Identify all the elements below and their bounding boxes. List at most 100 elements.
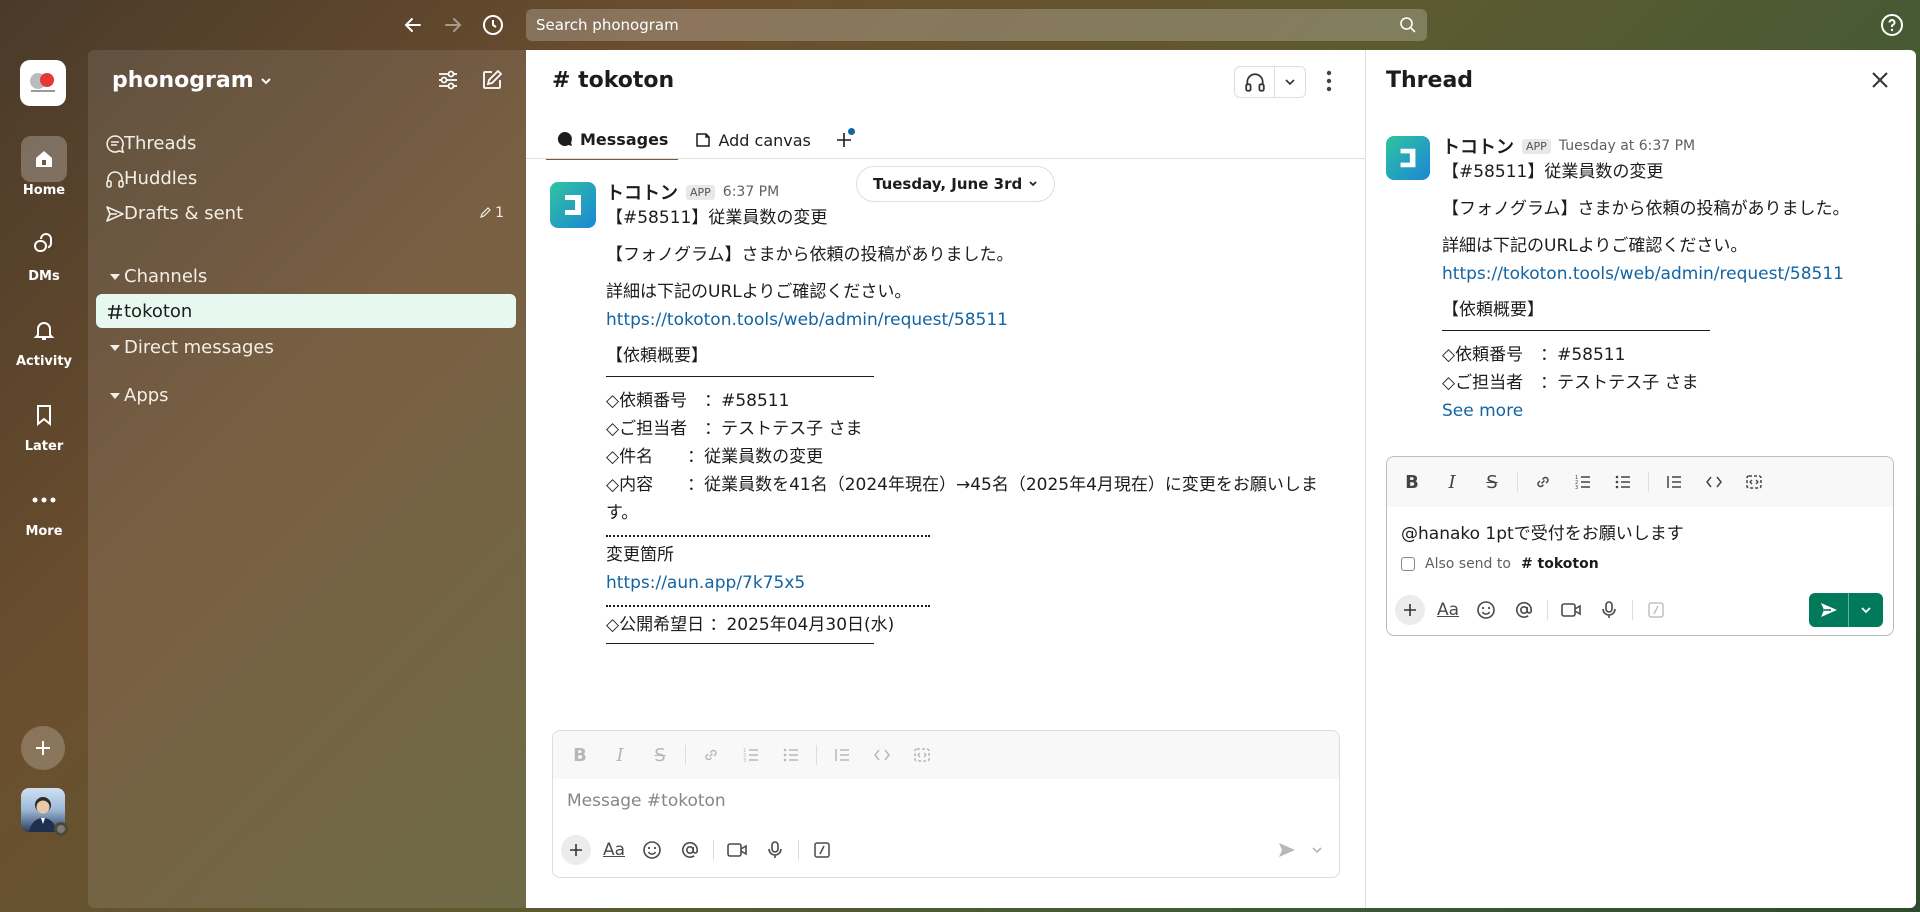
request-link[interactable]: https://tokoton.tools/web/admin/request/… <box>1442 260 1902 288</box>
sidebar-item-huddles[interactable]: Huddles <box>96 161 516 195</box>
strikethrough-icon[interactable]: S <box>1477 467 1507 497</box>
chevron-down-icon[interactable] <box>1311 844 1323 856</box>
tab-add-canvas[interactable]: Add canvas <box>684 120 820 160</box>
code-icon[interactable] <box>867 740 897 770</box>
filter-sliders-icon[interactable] <box>436 68 460 92</box>
video-icon[interactable] <box>1556 595 1586 625</box>
channel-title[interactable]: # tokoton <box>552 68 674 93</box>
message-input[interactable]: Message #tokoton <box>553 779 1339 827</box>
separator <box>713 840 714 860</box>
help-icon[interactable] <box>1880 13 1904 37</box>
italic-icon[interactable]: I <box>1437 467 1467 497</box>
workspace-logo[interactable] <box>20 60 66 106</box>
video-icon[interactable] <box>722 835 752 865</box>
workspace-name-button[interactable]: phonogram <box>112 68 272 93</box>
svg-text:3: 3 <box>1575 485 1578 491</box>
rail-more[interactable]: More <box>0 477 88 539</box>
attach-plus-icon[interactable] <box>561 835 591 865</box>
see-more-link[interactable]: See more <box>1442 397 1902 425</box>
rail-later[interactable]: Later <box>0 392 88 454</box>
section-apps[interactable]: Apps <box>96 378 516 412</box>
also-send-row: Also send to # tokoton <box>1387 544 1893 572</box>
request-link[interactable]: https://tokoton.tools/web/admin/request/… <box>606 306 1346 334</box>
send-button[interactable] <box>1809 593 1883 627</box>
ordered-list-icon[interactable]: 123 <box>1568 467 1598 497</box>
link-icon[interactable] <box>696 740 726 770</box>
sidebar-item-threads[interactable]: Threads <box>96 126 516 160</box>
app-avatar[interactable] <box>1386 136 1430 180</box>
message-line: ◇依頼番号 ：#58511 <box>606 391 790 411</box>
home-icon <box>21 136 67 182</box>
attach-plus-icon[interactable] <box>1395 595 1425 625</box>
section-direct-messages[interactable]: Direct messages <box>96 330 516 364</box>
text-format-icon[interactable]: Aa <box>599 835 629 865</box>
send-icon[interactable] <box>1277 840 1297 860</box>
blockquote-icon[interactable] <box>1659 467 1689 497</box>
message-time[interactable]: 6:37 PM <box>723 184 779 200</box>
date-divider-button[interactable]: Tuesday, June 3rd <box>856 166 1056 202</box>
strikethrough-icon[interactable]: S <box>645 740 675 770</box>
add-workspace-button[interactable] <box>21 726 65 770</box>
message-body: トコトン APP 6:37 PM 【#58511】従業員数の変更 【フォノグラム… <box>606 180 1346 654</box>
rail-label: Later <box>24 439 64 454</box>
tab-messages[interactable]: Messages <box>546 120 679 160</box>
kebab-menu-icon[interactable] <box>1326 70 1332 92</box>
message-time[interactable]: Tuesday at 6:37 PM <box>1559 138 1695 154</box>
microphone-icon[interactable] <box>1594 595 1624 625</box>
microphone-icon[interactable] <box>760 835 790 865</box>
chevron-down-icon[interactable] <box>1849 604 1883 616</box>
slash-command-icon[interactable] <box>807 835 837 865</box>
reply-input[interactable]: @hanako 1ptで受付をお願いします <box>1387 507 1893 544</box>
search-bar[interactable]: Search phonogram <box>526 9 1427 41</box>
huddle-button[interactable] <box>1234 66 1306 98</box>
code-block-icon[interactable] <box>1739 467 1769 497</box>
also-send-checkbox[interactable] <box>1401 557 1415 571</box>
app-avatar[interactable] <box>550 182 596 228</box>
history-clock-icon[interactable] <box>480 12 506 38</box>
send-controls <box>1277 840 1323 860</box>
slash-command-icon[interactable] <box>1641 595 1671 625</box>
bullet-list-icon[interactable] <box>776 740 806 770</box>
sender-name[interactable]: トコトン <box>1442 133 1514 159</box>
link-icon[interactable] <box>1528 467 1558 497</box>
thread-reply-composer: B I S 123 @hanako 1ptで受付をお願いします Also sen… <box>1386 456 1894 636</box>
ordered-list-icon[interactable]: 123 <box>736 740 766 770</box>
mention-icon[interactable] <box>1509 595 1539 625</box>
draft-count-value: 1 <box>495 205 504 221</box>
composer-actions: Aa <box>561 833 1329 867</box>
bold-icon[interactable]: B <box>565 740 595 770</box>
compose-icon[interactable] <box>480 68 504 92</box>
rail-activity[interactable]: Activity <box>0 307 88 369</box>
bullet-list-icon[interactable] <box>1608 467 1638 497</box>
code-icon[interactable] <box>1699 467 1729 497</box>
sidebar-item-label: Drafts & sent <box>124 202 244 224</box>
blockquote-icon[interactable] <box>827 740 857 770</box>
section-channels[interactable]: Channels <box>96 259 516 293</box>
rail-dms[interactable]: DMs <box>0 222 88 284</box>
change-link[interactable]: https://aun.app/7k75x5 <box>606 569 1346 597</box>
emoji-icon[interactable] <box>637 835 667 865</box>
message-line: ◇ご担当者 ：テストテス子 さま <box>1442 373 1699 393</box>
sidebar-item-drafts[interactable]: Drafts & sent 1 <box>96 196 516 230</box>
add-tab-button[interactable] <box>827 120 861 160</box>
emoji-icon[interactable] <box>1471 595 1501 625</box>
italic-icon[interactable]: I <box>605 740 635 770</box>
chevron-down-icon[interactable] <box>1275 76 1305 88</box>
back-arrow-icon[interactable] <box>400 12 426 38</box>
rail-home[interactable]: Home <box>0 136 88 198</box>
divider <box>606 643 874 644</box>
text-format-icon[interactable]: Aa <box>1433 595 1463 625</box>
send-icon[interactable] <box>1809 593 1849 627</box>
separator <box>1547 600 1548 620</box>
bold-icon[interactable]: B <box>1397 467 1427 497</box>
message-line: 変更箇所 <box>606 545 674 565</box>
separator <box>685 745 686 765</box>
forward-arrow-icon[interactable] <box>440 12 466 38</box>
sender-name[interactable]: トコトン <box>606 179 678 205</box>
mention-icon[interactable] <box>675 835 705 865</box>
code-block-icon[interactable] <box>907 740 937 770</box>
headphones-icon[interactable] <box>1235 67 1275 97</box>
close-icon[interactable] <box>1870 70 1890 90</box>
sidebar-channel-tokoton[interactable]: tokoton <box>96 294 516 328</box>
section-label: Channels <box>124 265 208 287</box>
